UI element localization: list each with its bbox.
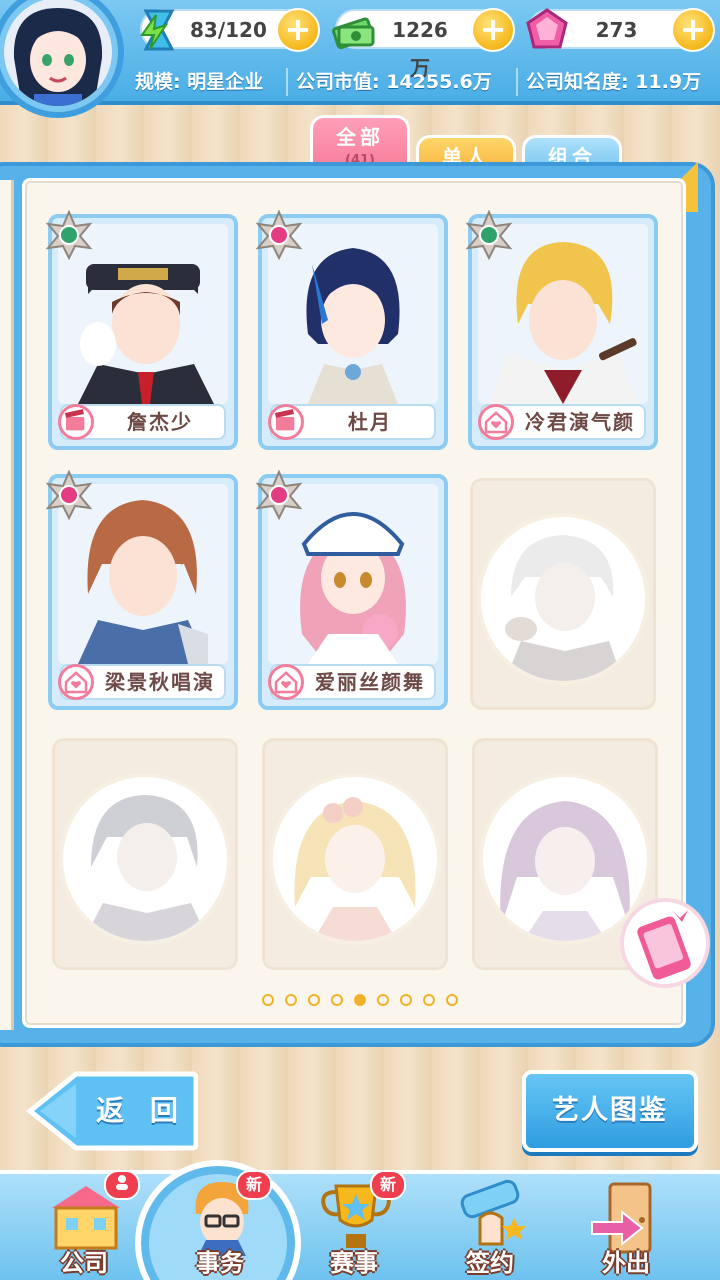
locked-artist-slot[interactable] <box>470 478 656 710</box>
nav-label-sign: 签约 <box>466 1249 514 1277</box>
company-market-value: 公司市值: 14255.6万 <box>296 71 492 93</box>
tab-all-label: 全部 <box>336 125 384 149</box>
resource-row: 83/120 + 1226万 + 273 + <box>135 6 720 80</box>
page-dot-active[interactable] <box>354 994 366 1006</box>
hourglass-icon <box>140 9 175 51</box>
nav-item-outing[interactable]: 外出 <box>566 1170 686 1280</box>
book-left-page <box>0 180 14 1030</box>
artist-name: 爱丽丝颜舞 <box>315 670 425 694</box>
locked-artist-silhouette <box>477 513 649 685</box>
stamina-value: 83/120 <box>190 18 267 42</box>
nav-label-company: 公司 <box>60 1249 108 1277</box>
divider <box>516 68 518 96</box>
gem-value: 273 <box>595 18 638 42</box>
artist-name: 詹杰少 <box>127 410 193 434</box>
artist-card[interactable]: 爱丽丝颜舞 <box>255 470 448 710</box>
nav-label-competition: 赛事 <box>330 1249 378 1277</box>
artist-card[interactable]: 詹杰少 <box>45 210 238 450</box>
page-dot[interactable] <box>331 994 343 1006</box>
phone-button[interactable] <box>620 898 710 988</box>
divider <box>286 68 288 96</box>
artist-name: 冷君演气颜 <box>525 410 635 434</box>
page-dot[interactable] <box>423 994 435 1006</box>
nav-item-affairs[interactable]: 新 事务 <box>160 1170 280 1280</box>
idol-heart-house-icon <box>478 404 514 440</box>
artist-nameplate: 冷君演气颜 <box>478 404 646 440</box>
page-dot[interactable] <box>262 994 274 1006</box>
phone-icon <box>637 910 691 980</box>
nav-item-competition[interactable]: 新 赛事 <box>294 1170 414 1280</box>
rank-badge-icon <box>255 470 303 520</box>
rank-badge-icon <box>465 210 513 260</box>
page-dot[interactable] <box>446 994 458 1006</box>
artist-name: 杜月 <box>348 410 392 434</box>
add-stamina-button[interactable]: + <box>276 8 320 52</box>
add-money-button[interactable]: + <box>471 8 515 52</box>
rank-badge-icon <box>45 210 93 260</box>
locked-artist-silhouette <box>269 773 441 945</box>
company-info-row: 规模: 明星企业 公司市值: 14255.6万 公司知名度: 11.9万 <box>120 62 720 102</box>
back-button-label: 返 回 <box>96 1094 186 1127</box>
artist-card[interactable]: 冷君演气颜 <box>465 210 658 450</box>
company-scale: 规模: 明星企业 <box>135 71 264 93</box>
new-badge: 新 <box>370 1170 406 1200</box>
page-dot[interactable] <box>400 994 412 1006</box>
idol-heart-house-icon <box>268 664 304 700</box>
artist-encyclopedia-button[interactable]: 艺人图鉴 <box>522 1070 698 1152</box>
artist-nameplate: 詹杰少 <box>58 404 226 440</box>
artist-card[interactable]: 杜月 <box>255 210 448 450</box>
nav-label-affairs: 事务 <box>196 1249 244 1277</box>
film-clapper-icon <box>58 404 94 440</box>
locked-artist-portrait-icon <box>505 535 623 681</box>
idol-heart-house-icon <box>58 664 94 700</box>
locked-artist-portrait-icon <box>83 795 209 941</box>
page-dot[interactable] <box>285 994 297 1006</box>
nav-label-outing: 外出 <box>602 1249 650 1277</box>
locked-artist-portrait-icon <box>294 797 416 941</box>
page-indicator <box>262 994 462 1008</box>
locked-artist-slot[interactable] <box>52 738 238 970</box>
artist-card[interactable]: 梁景秋唱演 <box>45 470 238 710</box>
add-gems-button[interactable]: + <box>671 8 715 52</box>
artist-nameplate: 爱丽丝颜舞 <box>268 664 436 700</box>
gem-resource: 273 + <box>526 8 715 52</box>
locked-artist-silhouette <box>59 773 231 945</box>
nav-item-sign[interactable]: 签约 <box>430 1170 550 1280</box>
company-fame: 公司知名度: 11.9万 <box>526 71 702 93</box>
diamond-icon <box>526 8 568 49</box>
locked-artist-portrait-icon <box>500 801 630 941</box>
new-badge: 新 <box>236 1170 272 1200</box>
person-icon <box>116 1175 128 1190</box>
nav-item-company[interactable]: 公司 <box>24 1170 144 1280</box>
back-button[interactable]: 返 回 <box>26 1070 198 1152</box>
page-dot[interactable] <box>377 994 389 1006</box>
stamina-resource: 83/120 + <box>140 8 320 52</box>
film-clapper-icon <box>268 404 304 440</box>
artist-name: 梁景秋唱演 <box>105 670 215 694</box>
artist-nameplate: 杜月 <box>268 404 436 440</box>
money-stack-icon <box>332 17 375 50</box>
rank-badge-icon <box>45 470 93 520</box>
avatar-portrait <box>4 0 112 106</box>
rank-badge-icon <box>255 210 303 260</box>
artist-nameplate: 梁景秋唱演 <box>58 664 226 700</box>
character-portrait-icon <box>13 8 103 106</box>
money-resource: 1226万 + <box>332 8 515 80</box>
locked-artist-slot[interactable] <box>262 738 448 970</box>
notification-badge <box>104 1170 140 1200</box>
page-dot[interactable] <box>308 994 320 1006</box>
